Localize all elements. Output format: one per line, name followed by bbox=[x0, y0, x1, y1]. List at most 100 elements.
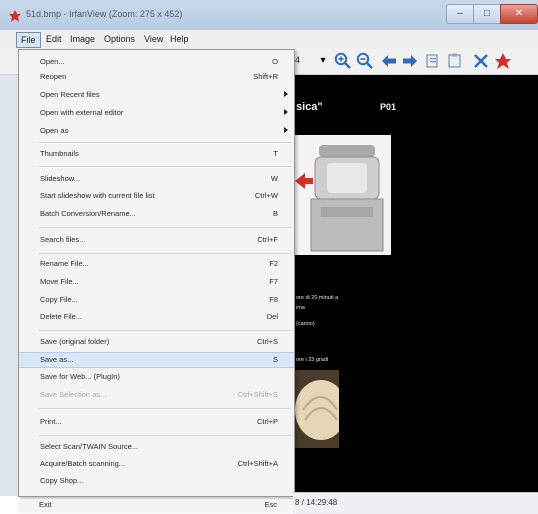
minimize-button[interactable]: – bbox=[446, 4, 474, 24]
menu-item-label: Slideshow... bbox=[40, 174, 81, 183]
file-menu-dropdown: Open... O Reopen Shift+R Open Recent files… bbox=[18, 49, 295, 497]
irfanview-logo-icon[interactable] bbox=[494, 52, 512, 70]
menu-item-shortcut: Ctrl+W bbox=[254, 191, 278, 200]
menu-item-label: Save (original folder) bbox=[40, 337, 110, 346]
menu-item-shortcut: S bbox=[272, 355, 278, 364]
menu-item-label: Open as bbox=[40, 126, 69, 135]
paste-icon[interactable] bbox=[446, 52, 464, 70]
menu-options[interactable]: Options bbox=[100, 32, 139, 46]
menu-item-save-for-web[interactable]: Save for Web... (PlugIn) bbox=[19, 370, 294, 386]
menu-item-batch-conversion[interactable]: Batch Conversion/Rename... B bbox=[19, 207, 294, 223]
menu-item-label: Open Recent files bbox=[40, 90, 100, 99]
menu-item-label: Copy File... bbox=[40, 295, 78, 304]
menu-item-slideshow[interactable]: Slideshow... W bbox=[19, 172, 294, 188]
menu-item-label: Open... bbox=[40, 57, 65, 66]
menu-item-delete-file[interactable]: Delete File... Del bbox=[19, 310, 294, 326]
menu-help[interactable]: Help bbox=[166, 32, 193, 46]
menu-item-shortcut: F8 bbox=[269, 295, 278, 304]
menu-item-save-as[interactable]: Save as... S bbox=[19, 352, 294, 368]
menu-item-thumbnails[interactable]: Thumbnails T bbox=[19, 147, 294, 163]
menu-item-acquire-batch-scanning[interactable]: Acquire/Batch scanning... Ctrl+Shift+A bbox=[19, 457, 294, 473]
irfanview-app-icon[interactable] bbox=[9, 10, 21, 22]
menu-item-label: Exit bbox=[39, 500, 52, 509]
menu-item-label: Acquire/Batch scanning... bbox=[40, 459, 126, 468]
menu-item-shortcut: B bbox=[272, 209, 278, 218]
menu-item-start-slideshow[interactable]: Start slideshow with current file list Ct… bbox=[19, 189, 294, 205]
status-bar: 8 / 14:29:48 bbox=[293, 492, 538, 514]
menu-bar: File Edit Image Options View Help bbox=[0, 30, 538, 50]
zoom-in-icon[interactable] bbox=[334, 52, 352, 70]
menu-item-label: Reopen bbox=[40, 72, 67, 81]
menu-item-shortcut: O bbox=[272, 57, 278, 66]
mixer-photo bbox=[293, 135, 391, 255]
menu-item-open-with-external-editor[interactable]: Open with external editor bbox=[19, 106, 294, 122]
menu-item-open-recent-files[interactable]: Open Recent files bbox=[19, 88, 294, 104]
menu-item-label: Batch Conversion/Rename... bbox=[40, 209, 136, 218]
zoom-out-icon[interactable] bbox=[356, 52, 374, 70]
menu-edit[interactable]: Edit bbox=[42, 32, 66, 46]
menu-item-shortcut: Ctrl+Shift+A bbox=[237, 459, 278, 468]
menu-item-copy-file[interactable]: Copy File... F8 bbox=[19, 293, 294, 309]
menu-view[interactable]: View bbox=[140, 32, 167, 46]
menu-item-label: Search files... bbox=[40, 235, 86, 244]
submenu-arrow-icon bbox=[284, 109, 288, 115]
menu-item-shortcut: Ctrl+F bbox=[257, 235, 278, 244]
menu-item-open-as[interactable]: Open as bbox=[19, 124, 294, 140]
menu-item-label: Print... bbox=[40, 417, 62, 426]
menu-separator bbox=[39, 408, 291, 409]
copy-icon[interactable] bbox=[424, 52, 442, 70]
submenu-arrow-icon bbox=[284, 127, 288, 133]
menu-file[interactable]: File bbox=[16, 32, 41, 48]
menu-item-shortcut: Del bbox=[266, 312, 278, 321]
menu-item-shortcut: Ctrl+P bbox=[256, 417, 278, 426]
image-text-line: ore i 23 gradi bbox=[296, 357, 329, 363]
menu-item-move-file[interactable]: Move File... F7 bbox=[19, 275, 294, 291]
menu-item-search-files[interactable]: Search files... Ctrl+F bbox=[19, 233, 294, 249]
menu-item-save-selection-as: Save Selection as... Ctrl+Shift+S bbox=[19, 388, 294, 404]
menu-item-label: Save for Web... (PlugIn) bbox=[40, 372, 120, 381]
title-bar[interactable]: 51d.bmp - IrfanView (Zoom: 275 x 452) – … bbox=[0, 0, 538, 30]
menu-item-label: Move File... bbox=[40, 277, 79, 286]
menu-item-label: Thumbnails bbox=[40, 149, 79, 158]
dropdown-arrow-icon[interactable]: ▾ bbox=[314, 52, 332, 70]
menu-item-save-original-folder[interactable]: Save (original folder) Ctrl+S bbox=[19, 335, 294, 351]
image-title-text: sica" bbox=[296, 101, 323, 113]
tools-icon[interactable] bbox=[472, 52, 490, 70]
menu-separator bbox=[39, 142, 291, 143]
menu-item-exit[interactable]: Exit Esc bbox=[18, 499, 293, 513]
menu-item-reopen[interactable]: Reopen Shift+R bbox=[19, 70, 294, 86]
maximize-button[interactable]: □ bbox=[473, 4, 501, 24]
menu-separator bbox=[39, 253, 291, 254]
menu-item-print[interactable]: Print... Ctrl+P bbox=[19, 415, 294, 431]
menu-item-label: Start slideshow with current file list bbox=[40, 191, 155, 200]
status-text: 8 / 14:29:48 bbox=[295, 498, 338, 507]
menu-item-label: Rename File... bbox=[40, 259, 89, 268]
close-button[interactable]: ✕ bbox=[500, 4, 538, 24]
menu-item-shortcut: Ctrl+S bbox=[256, 337, 278, 346]
menu-item-label: Delete File... bbox=[40, 312, 83, 321]
menu-separator bbox=[39, 330, 291, 331]
irfanview-window: 51d.bmp - IrfanView (Zoom: 275 x 452) – … bbox=[0, 0, 538, 497]
menu-item-label: Save as... bbox=[40, 355, 74, 364]
menu-item-label: Open with external editor bbox=[40, 108, 124, 117]
menu-item-copy-shop[interactable]: Copy Shop... bbox=[19, 474, 294, 490]
back-arrow-icon[interactable] bbox=[380, 52, 398, 70]
menu-item-select-scan-source[interactable]: Select Scan/TWAIN Source... bbox=[19, 440, 294, 456]
menu-separator bbox=[39, 227, 291, 228]
image-viewer[interactable]: sica" P01 ore di 20 minuti a ima (canno)… bbox=[293, 75, 538, 492]
dough-photo bbox=[293, 370, 339, 448]
menu-item-shortcut: Shift+R bbox=[253, 72, 278, 81]
menu-separator bbox=[39, 166, 291, 167]
menu-item-rename-file[interactable]: Rename File... F2 bbox=[19, 257, 294, 273]
menu-item-shortcut: Esc bbox=[264, 500, 277, 509]
menu-image[interactable]: Image bbox=[66, 32, 99, 46]
forward-arrow-icon[interactable] bbox=[401, 52, 419, 70]
menu-separator bbox=[39, 435, 291, 436]
menu-item-open[interactable]: Open... O bbox=[19, 55, 294, 71]
image-text-line: ima bbox=[296, 305, 305, 311]
menu-item-shortcut: W bbox=[270, 174, 278, 183]
menu-item-shortcut: T bbox=[273, 149, 278, 158]
menu-item-shortcut: Ctrl+Shift+S bbox=[237, 390, 278, 399]
window-title: 51d.bmp - IrfanView (Zoom: 275 x 452) bbox=[26, 9, 183, 19]
maximize-icon: □ bbox=[483, 8, 491, 19]
